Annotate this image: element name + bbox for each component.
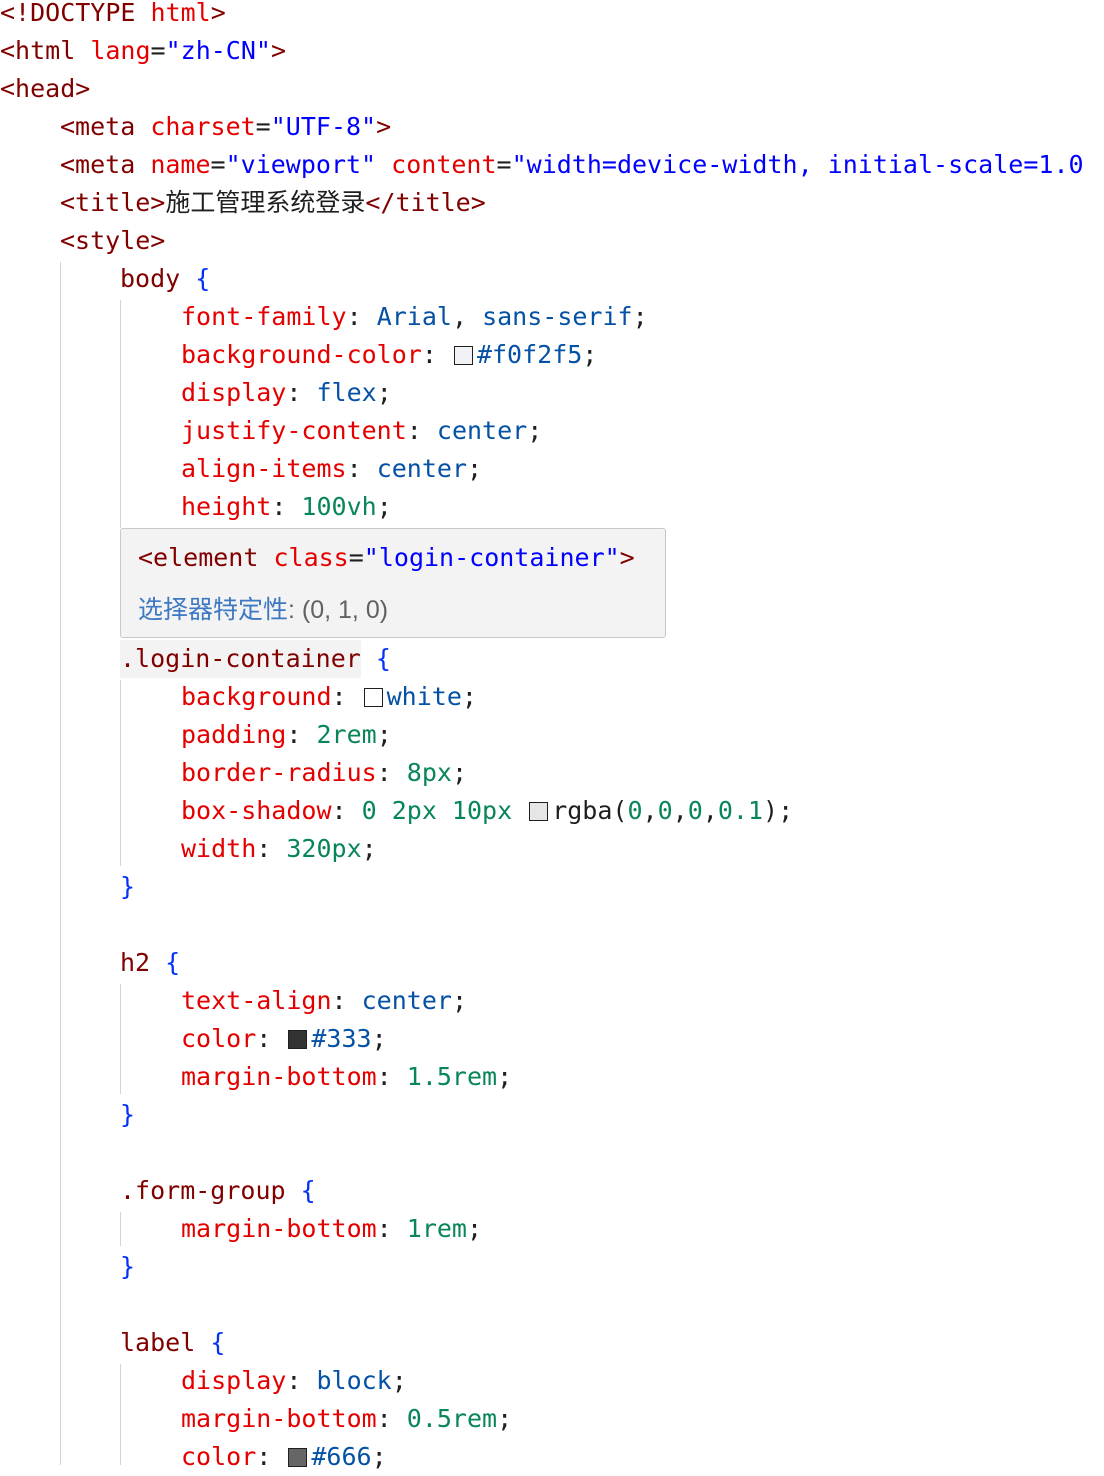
code-line-html: <html lang = "zh-CN" > [0, 36, 287, 65]
code-line-box-shadow: box-shadow: 0 2px 10px rgba(0, 0, 0, 0.1); [181, 796, 794, 825]
color-swatch-666[interactable] [288, 1447, 308, 1467]
specificity-hover-tooltip: <element class="login-container"> 选择器特定性… [120, 528, 666, 638]
code-line-meta-viewport: <meta name = "viewport" content = "width=dev… [60, 150, 1084, 179]
code-line-display-block: display: block; [181, 1366, 407, 1395]
color-swatch-white[interactable] [363, 687, 383, 707]
code-line-color-333: color: #333; [181, 1024, 387, 1053]
specificity-value: : (0, 1, 0) [288, 596, 389, 624]
color-swatch-333[interactable] [288, 1029, 308, 1049]
code-editor[interactable]: <!DOCTYPE html > <html lang = "zh-CN" > <hea… [0, 0, 1104, 1471]
code-line-label-selector: label { [120, 1328, 226, 1357]
code-line-justify-content: justify-content: center; [181, 416, 543, 445]
code-line-margin-bottom-label: margin-bottom: 0.5rem; [181, 1404, 513, 1433]
code-line-close-brace-1: } [120, 872, 136, 901]
hover-element-line: <element class="login-container"> [138, 543, 635, 572]
code-line-width: width: 320px; [181, 834, 377, 863]
indent-guide-label [120, 1364, 121, 1465]
code-line-font-family: font-family: Arial, sans-serif; [181, 302, 648, 331]
code-line-padding: padding: 2rem; [181, 720, 392, 749]
code-line-display-flex: display: flex; [181, 378, 392, 407]
color-swatch-f0f2f5[interactable] [453, 345, 473, 365]
code-line-meta-charset: <meta charset = "UTF-8" > [60, 112, 392, 141]
code-line-close-brace-2: } [120, 1100, 136, 1129]
indent-guide-style [60, 262, 61, 1465]
code-line-text-align: text-align: center; [181, 986, 467, 1015]
specificity-label: 选择器特定性 [138, 595, 289, 624]
code-line-body-selector: body { [120, 264, 211, 293]
code-line-align-items: align-items: center; [181, 454, 483, 483]
code-line-margin-bottom-form-group: margin-bottom: 1rem; [181, 1214, 483, 1243]
color-swatch-shadow[interactable] [529, 801, 549, 821]
code-line-doctype: <!DOCTYPE html > [0, 0, 226, 32]
code-line-background-color: background-color: #f0f2f5; [181, 340, 598, 369]
code-line-close-brace-3: } [120, 1252, 136, 1281]
code-line-height: height: 100vh; [181, 492, 392, 521]
code-line-style-open: <style> [60, 226, 166, 255]
hover-specificity-line: 选择器特定性: (0, 1, 0) [138, 595, 388, 625]
code-line-login-container-selector: .login-container { [120, 640, 391, 678]
doctype-token: <!DOCTYPE [0, 0, 151, 27]
code-line-background-white: background: white; [181, 682, 477, 711]
indent-guide-body [120, 300, 121, 528]
code-line-border-radius: border-radius: 8px; [181, 758, 467, 787]
indent-guide-login-container [120, 680, 121, 866]
code-line-margin-bottom-h2: margin-bottom: 1.5rem; [181, 1062, 513, 1091]
code-line-color-666: color: #666; [181, 1442, 387, 1471]
code-line-title: <title> 施工管理系统登录 </title> [60, 188, 486, 217]
code-line-head: <head> [0, 74, 91, 103]
indent-guide-h2 [120, 984, 121, 1094]
code-line-form-group-selector: .form-group { [120, 1176, 316, 1205]
code-line-h2-selector: h2 { [120, 948, 181, 977]
indent-guide-form-group [120, 1212, 121, 1246]
